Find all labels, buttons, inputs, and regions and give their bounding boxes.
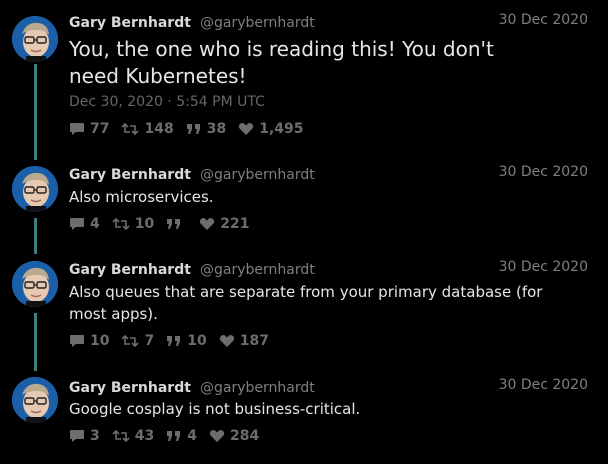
comment-icon <box>70 335 84 347</box>
heart-icon <box>219 334 234 347</box>
like-stat[interactable]: 1,495 <box>238 121 304 137</box>
quote-count: 38 <box>206 121 227 137</box>
reply-stat[interactable]: 10 <box>69 333 109 349</box>
author-handle[interactable]: @garybernhardt <box>200 167 315 183</box>
like-stat[interactable]: 187 <box>219 333 269 349</box>
reply-count: 10 <box>90 333 110 349</box>
like-count: 284 <box>229 428 260 444</box>
tweet-date[interactable]: 30 Dec 2020 <box>499 164 588 180</box>
tweet[interactable]: Gary Bernhardt @garybernhardt 30 Dec 202… <box>0 12 608 152</box>
retweet-stat[interactable]: 43 <box>112 428 154 444</box>
author-name[interactable]: Gary Bernhardt <box>69 167 191 183</box>
tweet[interactable]: Gary Bernhardt @garybernhardt 30 Dec 202… <box>0 259 608 359</box>
tweet-stats: 10 7 10 187 <box>69 333 281 349</box>
quote-stat[interactable] <box>166 217 187 231</box>
author-handle[interactable]: @garybernhardt <box>200 262 315 278</box>
quote-icon <box>186 124 200 134</box>
tweet-text: You, the one who is reading this! You do… <box>69 37 494 88</box>
heart-icon <box>239 122 254 135</box>
tweet-date[interactable]: 30 Dec 2020 <box>499 12 588 28</box>
tweet-header: Gary Bernhardt @garybernhardt 30 Dec 202… <box>69 164 588 184</box>
tweet-header: Gary Bernhardt @garybernhardt 30 Dec 202… <box>69 12 588 32</box>
tweet-text: Also queues that are separate from your … <box>69 283 543 323</box>
quote-icon <box>167 219 181 229</box>
retweet-count: 148 <box>144 121 174 137</box>
reply-count: 3 <box>90 428 100 444</box>
quote-icon <box>167 431 181 441</box>
reply-stat[interactable]: 77 <box>69 121 109 137</box>
like-stat[interactable]: 284 <box>209 428 259 444</box>
like-count: 221 <box>220 216 250 232</box>
author-name[interactable]: Gary Bernhardt <box>69 262 191 278</box>
avatar[interactable] <box>12 261 58 307</box>
comment-icon <box>70 430 84 442</box>
author-handle[interactable]: @garybernhardt <box>200 15 315 31</box>
tweet-text: Google cosplay is not business-critical. <box>69 400 361 418</box>
quote-stat[interactable]: 4 <box>166 428 197 444</box>
comment-icon <box>70 123 84 135</box>
tweet-timestamp[interactable]: Dec 30, 2020 · 5:54 PM UTC <box>69 94 265 110</box>
reply-count: 4 <box>90 216 100 232</box>
retweet-icon <box>121 122 140 136</box>
tweet-text: Also microservices. <box>69 188 214 206</box>
author-name[interactable]: Gary Bernhardt <box>69 15 191 31</box>
retweet-count: 7 <box>144 333 155 349</box>
reply-stat[interactable]: 3 <box>69 428 100 444</box>
like-stat[interactable]: 221 <box>199 216 249 232</box>
author-name[interactable]: Gary Bernhardt <box>69 380 191 396</box>
tweet-stats: 4 10 221 <box>69 216 261 232</box>
retweet-stat[interactable]: 148 <box>121 121 174 137</box>
tweet-thread: Gary Bernhardt @garybernhardt 30 Dec 202… <box>0 0 608 464</box>
reply-count: 77 <box>90 121 110 137</box>
retweet-stat[interactable]: 10 <box>112 216 154 232</box>
like-count: 1,495 <box>259 121 304 137</box>
tweet[interactable]: Gary Bernhardt @garybernhardt 30 Dec 202… <box>0 377 608 457</box>
retweet-icon <box>121 334 140 348</box>
reply-stat[interactable]: 4 <box>69 216 100 232</box>
heart-icon <box>209 429 225 442</box>
tweet-date[interactable]: 30 Dec 2020 <box>499 377 588 393</box>
quote-icon <box>167 336 181 346</box>
retweet-count: 43 <box>134 428 155 444</box>
comment-icon <box>70 218 84 230</box>
heart-icon <box>200 217 215 230</box>
tweet-stats: 3 43 4 284 <box>69 428 271 444</box>
quote-count: 10 <box>187 333 207 349</box>
retweet-stat[interactable]: 7 <box>121 333 154 349</box>
tweet[interactable]: Gary Bernhardt @garybernhardt 30 Dec 202… <box>0 164 608 244</box>
tweet-header: Gary Bernhardt @garybernhardt 30 Dec 202… <box>69 377 588 397</box>
tweet-header: Gary Bernhardt @garybernhardt 30 Dec 202… <box>69 259 588 279</box>
avatar[interactable] <box>12 377 58 423</box>
tweet-stats: 77 148 38 1,495 <box>69 121 316 137</box>
retweet-icon <box>112 429 130 443</box>
avatar[interactable] <box>12 16 58 62</box>
quote-stat[interactable]: 10 <box>166 333 207 349</box>
retweet-icon <box>112 217 130 231</box>
tweet-date[interactable]: 30 Dec 2020 <box>499 259 588 275</box>
quote-count: 4 <box>187 428 197 444</box>
like-count: 187 <box>239 333 269 349</box>
quote-stat[interactable]: 38 <box>186 121 226 137</box>
avatar[interactable] <box>12 166 58 212</box>
retweet-count: 10 <box>134 216 155 232</box>
author-handle[interactable]: @garybernhardt <box>200 380 315 396</box>
